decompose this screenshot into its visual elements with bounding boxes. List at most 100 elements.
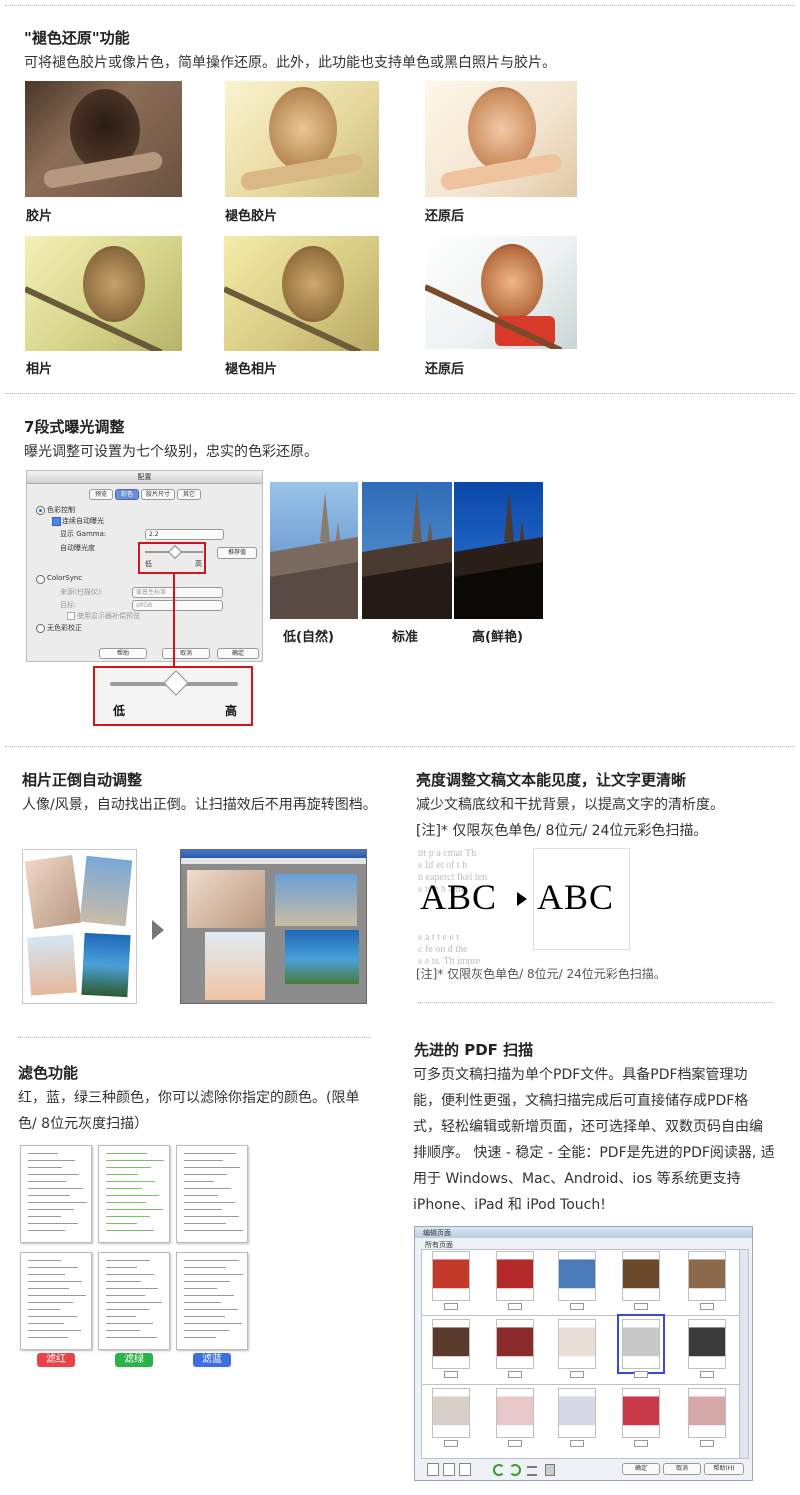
target-label: 目标: [60, 601, 77, 609]
exposure-level-standard: 标准 [392, 630, 419, 645]
doc-text-line [106, 1230, 154, 1231]
doc-text-line [184, 1281, 230, 1282]
doc-text-line [28, 1337, 68, 1338]
doc-text-line [28, 1288, 69, 1289]
doc-text-line [28, 1260, 61, 1261]
pdf-page-thumbnail[interactable] [496, 1251, 534, 1301]
restored-photo-print [425, 236, 577, 349]
pdf-page-checkbox[interactable] [508, 1440, 522, 1447]
pdf-page-checkbox[interactable] [444, 1440, 458, 1447]
pdf-page-thumbnail[interactable] [558, 1251, 596, 1301]
page-insert-icon[interactable] [443, 1463, 455, 1476]
pdf-page-thumbnail[interactable] [558, 1319, 596, 1369]
doc-text-line [184, 1202, 235, 1203]
pdf-page-checkbox[interactable] [634, 1371, 648, 1378]
doc-text-line [106, 1223, 137, 1224]
filter-red-tag[interactable]: 滤红 [37, 1353, 75, 1367]
recommend-button[interactable]: 推荐值 [217, 547, 257, 559]
filter-green-tag[interactable]: 滤绿 [115, 1353, 153, 1367]
pdf-page-checkbox[interactable] [700, 1440, 714, 1447]
doc-text-line [106, 1316, 136, 1317]
doc-text-line [184, 1195, 218, 1196]
tab-color[interactable]: 彩色 [115, 489, 139, 500]
page-replace-icon[interactable] [459, 1463, 471, 1476]
doc-text-line [184, 1316, 225, 1317]
doc-text-line [28, 1153, 58, 1154]
pdf-page-checkbox[interactable] [508, 1371, 522, 1378]
pdf-page-checkbox[interactable] [570, 1371, 584, 1378]
pdf-page-checkbox[interactable] [444, 1303, 458, 1310]
page-add-icon[interactable] [427, 1463, 439, 1476]
tab-film-size[interactable]: 胶片尺寸 [141, 489, 175, 500]
divider-2 [5, 746, 795, 747]
cancel-button[interactable]: 取消 [162, 648, 210, 659]
pdf-description: 可多页文稿扫描为单个PDF文件。具备PDF档案管理功能，便利性更强，文稿扫描完成… [413, 1067, 775, 1213]
doc-text-line [106, 1288, 158, 1289]
text-enhance-description: 减少文稿底纹和干扰背景，以提高文字的清析度。 [416, 797, 724, 813]
pdf-page-thumbnail[interactable] [432, 1251, 470, 1301]
rotate-left-icon[interactable] [493, 1464, 505, 1476]
pdf-page-checkbox[interactable] [570, 1440, 584, 1447]
pdf-page-thumbnail[interactable] [496, 1388, 534, 1438]
use-monitor-checkbox[interactable] [67, 612, 75, 620]
pdf-page-checkbox[interactable] [634, 1440, 648, 1447]
doc-text-line [184, 1337, 216, 1338]
ok-button[interactable]: 确定 [217, 648, 259, 659]
gamma-select[interactable]: 2.2 [145, 529, 224, 540]
doc-text-line [106, 1281, 141, 1282]
rotate-right-icon[interactable] [509, 1464, 521, 1476]
tab-other[interactable]: 其它 [177, 489, 201, 500]
caption-photo-print: 相片 [26, 362, 53, 377]
arrow-right-icon [152, 920, 164, 940]
text-enhance-note-top: [注]* 仅限灰色单色/ 8位元/ 24位元彩色扫描。 [416, 823, 708, 839]
doc-text-line [106, 1274, 154, 1275]
doc-text-line [106, 1160, 164, 1161]
restore-description: 可将褪色胶片或像片色，简单操作还原。此外，此功能也支持单色或黑白照片与胶片。 [24, 55, 556, 71]
pdf-ok-button[interactable]: 确定 [622, 1463, 660, 1475]
pdf-page-thumbnail[interactable] [496, 1319, 534, 1369]
doc-text-line [106, 1330, 140, 1331]
pdf-page-checkbox[interactable] [700, 1303, 714, 1310]
pdf-page-thumbnail[interactable] [432, 1319, 470, 1369]
pdf-page-thumbnail[interactable] [622, 1388, 660, 1438]
filter-blue-tag[interactable]: 滤蓝 [193, 1353, 231, 1367]
pdf-page-checkbox[interactable] [700, 1371, 714, 1378]
pdf-page-checkbox[interactable] [634, 1303, 648, 1310]
pdf-page-thumbnail[interactable] [558, 1388, 596, 1438]
pdf-page-checkbox[interactable] [570, 1303, 584, 1310]
caption-restored-film: 还原后 [425, 209, 465, 224]
radio-colorsync[interactable] [36, 575, 45, 584]
pdf-cancel-button[interactable]: 取消 [663, 1463, 701, 1475]
pdf-page-checkbox[interactable] [508, 1303, 522, 1310]
pdf-page-thumbnail[interactable] [688, 1388, 726, 1438]
doc-text-line [184, 1216, 239, 1217]
doc-text-line [106, 1174, 138, 1175]
divider-right [418, 1002, 773, 1003]
pdf-help-button[interactable]: 帮助(H) [704, 1463, 744, 1475]
tab-preview[interactable]: 预览 [89, 489, 113, 500]
pdf-page-checkbox[interactable] [444, 1371, 458, 1378]
pdf-page-thumbnail[interactable] [432, 1388, 470, 1438]
pdf-scrollbar[interactable] [739, 1249, 749, 1459]
color-control-label: 色彩控制 [47, 506, 75, 514]
radio-color-control[interactable] [36, 506, 45, 515]
pdf-page-thumbnail[interactable] [688, 1251, 726, 1301]
doc-text-line [28, 1274, 65, 1275]
radio-no-correction[interactable] [36, 624, 45, 633]
pdf-tool-icons[interactable] [427, 1463, 567, 1476]
pdf-page-thumbnail[interactable] [622, 1251, 660, 1301]
target-select[interactable]: sRGB [132, 600, 223, 611]
zoomed-slider-thumb[interactable] [163, 670, 189, 696]
pdf-window-titlebar: 编辑页面 [415, 1227, 752, 1238]
colorsync-label: ColorSync [47, 574, 83, 582]
doc-text-line [106, 1153, 147, 1154]
checkbox-auto-exposure[interactable] [52, 517, 61, 526]
exposure-level-low: 低(自然) [283, 630, 334, 645]
pdf-page-thumbnail[interactable] [617, 1314, 665, 1374]
move-page-icon[interactable] [527, 1466, 537, 1476]
delete-page-icon[interactable] [545, 1464, 555, 1476]
help-button[interactable]: 帮助 [99, 648, 147, 659]
pdf-page-thumbnail[interactable] [688, 1319, 726, 1369]
source-select[interactable]: 爱普生标准 [132, 587, 223, 598]
doc-text-line [28, 1230, 65, 1231]
